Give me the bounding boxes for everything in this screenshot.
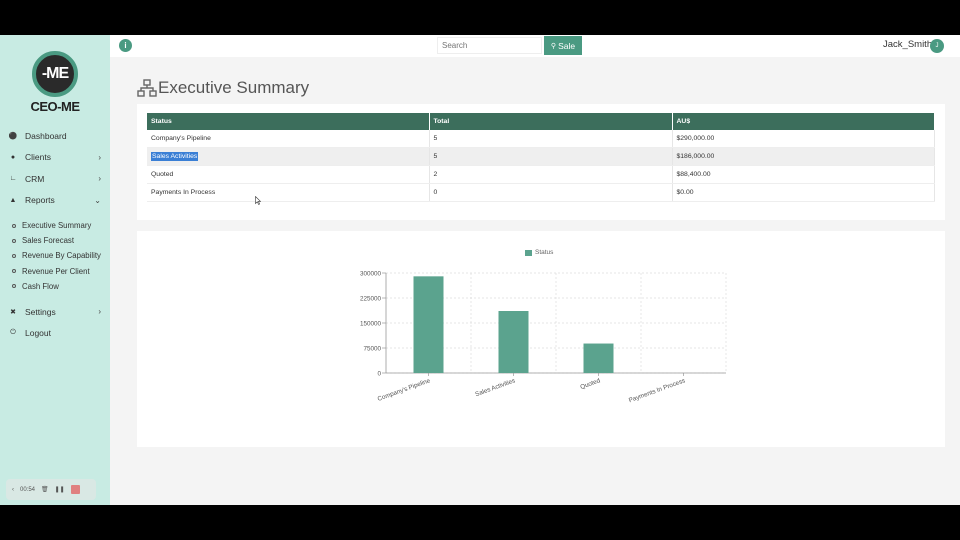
y-tick-label: 75000	[363, 345, 381, 352]
sidebar-item-reports[interactable]: ▲ Reports ⌄	[0, 190, 110, 212]
table-cell: 5	[429, 147, 673, 167]
bar[interactable]	[498, 311, 529, 373]
y-tick-label: 0	[377, 370, 381, 377]
recording-timer: 00:54	[20, 486, 36, 493]
sidebar-subitem-label: Revenue By Capability	[22, 251, 101, 261]
sidebar-item-label: Settings	[25, 306, 56, 317]
sidebar-item-logout[interactable]: ⏻ Logout	[0, 322, 110, 344]
column-header[interactable]: Total	[429, 113, 673, 130]
sidebar-item-label: Clients	[25, 152, 51, 163]
table-cell: $290,000.00	[672, 130, 935, 149]
bar[interactable]	[413, 276, 444, 373]
bar-chart: 0 75000 150000 225000 300000 Company's Pipeli…	[360, 270, 727, 404]
x-tick-label: Payments In Process	[628, 377, 686, 404]
table-row: Quoted 2 $88,400.00	[147, 165, 935, 184]
sidebar-subitem-executive-summary[interactable]: Executive Summary	[0, 218, 110, 233]
table-cell: Payments In Process	[147, 183, 430, 202]
search-input[interactable]	[437, 37, 542, 54]
logo-mark: -ME	[32, 51, 78, 97]
page-title-text: Executive Summary	[158, 78, 310, 97]
sidebar-nav: ⚫ Dashboard ● Clients › ∟ CRM › ▲ Report…	[0, 125, 110, 344]
recording-toolbar: ‹ 00:54 🗑 ❚❚	[6, 479, 96, 500]
wrench-icon: ✖	[10, 308, 16, 316]
page-title: Executive Summary	[137, 78, 309, 98]
sidebar-subitem-label: Cash Flow	[22, 281, 59, 291]
app-window: -ME CEO-ME ⚫ Dashboard ● Clients › ∟ CRM…	[0, 35, 960, 505]
table-cell: $88,400.00	[672, 165, 935, 184]
info-icon[interactable]: i	[119, 39, 132, 52]
search-icon: ⚲	[550, 42, 557, 50]
mouse-cursor-icon	[255, 196, 261, 205]
sidebar: -ME CEO-ME ⚫ Dashboard ● Clients › ∟ CRM…	[0, 35, 110, 505]
sidebar-item-label: CRM	[25, 173, 45, 184]
stop-icon[interactable]	[70, 485, 80, 494]
sidebar-subitem-sales-forecast[interactable]: Sales Forecast	[0, 233, 110, 248]
sidebar-item-dashboard[interactable]: ⚫ Dashboard	[0, 125, 110, 147]
table-row: Company's Pipeline 5 $290,000.00	[147, 130, 935, 149]
sale-search-button[interactable]: ⚲ Sale	[544, 36, 582, 55]
logo[interactable]: -ME CEO-ME	[30, 51, 80, 131]
bell-icon: ▲	[9, 196, 17, 204]
sidebar-item-clients[interactable]: ● Clients ›	[0, 147, 110, 169]
table-row: Sales Activities 5 $186,000.00	[147, 147, 935, 167]
pause-icon[interactable]: ❚❚	[55, 486, 65, 493]
sale-button-label: Sale	[558, 40, 576, 51]
table-cell: 5	[429, 130, 673, 149]
chevron-right-icon: ›	[98, 307, 101, 317]
sidebar-subitem-label: Executive Summary	[22, 221, 92, 231]
sitemap-icon	[137, 79, 157, 97]
sidebar-subitem-revenue-by-capability[interactable]: Revenue By Capability	[0, 248, 110, 263]
bullet-icon	[12, 223, 16, 228]
y-tick-label: 150000	[360, 320, 382, 327]
table-cell: $186,000.00	[672, 147, 935, 167]
table-cell: 2	[429, 165, 673, 184]
bullet-icon	[12, 253, 16, 258]
table-cell: 0	[429, 183, 673, 202]
table-header-row: Status Total AU$	[147, 113, 935, 130]
sidebar-subitem-cash-flow[interactable]: Cash Flow	[0, 279, 110, 294]
chart-line-icon: ∟	[9, 175, 17, 183]
sidebar-subitem-revenue-per-client[interactable]: Revenue Per Client	[0, 264, 110, 279]
chevron-right-icon: ›	[98, 152, 101, 162]
y-tick-label: 300000	[360, 270, 382, 277]
sidebar-item-crm[interactable]: ∟ CRM ›	[0, 168, 110, 190]
home-icon: ⚫	[8, 132, 18, 140]
avatar[interactable]: J	[930, 39, 944, 53]
table-cell: $0.00	[672, 183, 935, 202]
x-tick-label: Sales Activities	[474, 377, 516, 398]
y-tick-label: 225000	[360, 295, 382, 302]
sidebar-subitem-label: Sales Forecast	[22, 236, 75, 246]
table-row: Payments In Process 0 $0.00	[147, 183, 935, 202]
chevron-right-icon: ›	[98, 174, 101, 184]
bullet-icon	[12, 238, 16, 243]
sidebar-item-settings[interactable]: ✖ Settings ›	[0, 301, 110, 323]
power-icon: ⏻	[10, 329, 16, 337]
logo-text: CEO-ME	[30, 99, 81, 114]
bullet-icon	[12, 284, 16, 289]
column-header[interactable]: Status	[147, 113, 430, 130]
selected-text: Sales Activities	[151, 152, 199, 162]
chart-card: Status 0 75000 150000 225000 300000 Company's…	[137, 231, 945, 447]
x-tick-label: Quoted	[579, 377, 601, 391]
bar[interactable]	[583, 343, 614, 373]
collapse-recorder-icon[interactable]: ‹	[12, 487, 14, 493]
reports-submenu: Executive Summary Sales Forecast Revenue…	[0, 218, 110, 294]
bullet-icon	[12, 269, 16, 274]
sidebar-item-label: Dashboard	[25, 130, 67, 141]
table-cell: Sales Activities	[147, 147, 430, 167]
table-cell: Company's Pipeline	[147, 130, 430, 149]
sidebar-subitem-label: Revenue Per Client	[22, 266, 90, 276]
sidebar-item-label: Reports	[25, 195, 55, 206]
x-tick-label: Company's Pipeline	[377, 377, 432, 403]
sidebar-item-label: Logout	[25, 328, 51, 339]
users-icon: ●	[10, 153, 16, 161]
topbar: i ⚲ Sale Jack_Smith J	[110, 35, 960, 57]
chevron-down-icon: ⌄	[94, 195, 101, 205]
trash-icon[interactable]: 🗑	[41, 486, 49, 493]
table-cell: Quoted	[147, 165, 430, 184]
user-name[interactable]: Jack_Smith	[883, 39, 932, 50]
summary-table: Status Total AU$ Company's Pipeline 5 $2…	[147, 113, 935, 202]
column-header[interactable]: AU$	[672, 113, 935, 130]
